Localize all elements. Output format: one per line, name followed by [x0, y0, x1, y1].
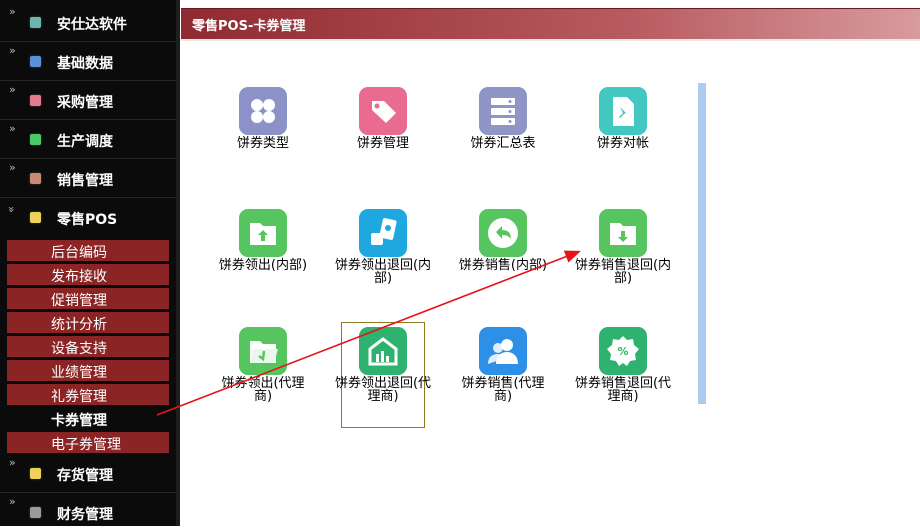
annotation-arrow [156, 250, 581, 416]
